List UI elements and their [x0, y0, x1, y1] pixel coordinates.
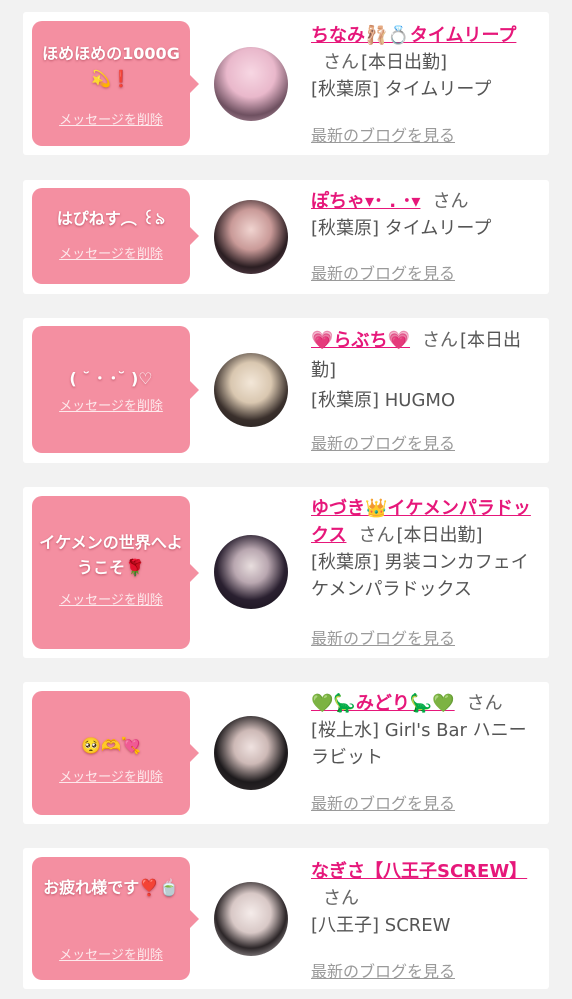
- delete-message-link[interactable]: メッセージを削除: [32, 246, 190, 264]
- honorific: さん: [358, 525, 395, 546]
- message-text: お疲れ様です❣️🍵: [43, 878, 179, 897]
- message-bubble: イケメンの世界へようこそ🌹 メッセージを削除: [32, 496, 199, 649]
- latest-blog-link[interactable]: 最新のブログを見る: [311, 625, 455, 649]
- avatar[interactable]: [214, 47, 288, 121]
- shop-label: [秋葉原] HUGMO: [311, 390, 456, 411]
- shop-label: [桜上水] Girl's Bar ハニーラビット: [311, 720, 527, 768]
- latest-blog-link[interactable]: 最新のブログを見る: [311, 122, 455, 146]
- favorite-card: イケメンの世界へようこそ🌹 メッセージを削除 ゆづき👑イケメンパラドックス さん[…: [23, 487, 549, 658]
- avatar[interactable]: [214, 882, 288, 956]
- avatar[interactable]: [214, 535, 288, 609]
- latest-blog-link[interactable]: 最新のブログを見る: [311, 260, 455, 284]
- profile-info: ぽちゃ▾･ . ･▾ さん [秋葉原] タイムリープ: [311, 188, 539, 242]
- status-badge: [本日出勤]: [361, 52, 448, 73]
- honorific: さん: [432, 191, 469, 212]
- honorific: さん: [323, 888, 359, 909]
- avatar[interactable]: [214, 716, 288, 790]
- honorific: さん: [323, 52, 359, 73]
- favorite-card: 🥺🫶💘 メッセージを削除 💚🦕みどり🦕💚 さん [桜上水] Girl's Bar …: [23, 682, 549, 824]
- latest-blog-link[interactable]: 最新のブログを見る: [311, 790, 455, 814]
- latest-blog-link[interactable]: 最新のブログを見る: [311, 430, 455, 454]
- delete-message-link[interactable]: メッセージを削除: [32, 398, 190, 416]
- message-bubble: お疲れ様です❣️🍵 メッセージを削除: [32, 857, 199, 980]
- message-text: イケメンの世界へようこそ🌹: [39, 533, 183, 577]
- honorific: さん: [466, 693, 503, 714]
- status-badge: [本日出勤]: [396, 525, 483, 546]
- profile-name-link[interactable]: ぽちゃ▾･ . ･▾: [311, 191, 420, 212]
- profile-info: ちなみ🩰💍タイムリープさん [本日出勤] [秋葉原] タイムリープ: [311, 22, 539, 103]
- profile-name-link[interactable]: ちなみ🩰💍タイムリープ: [311, 25, 516, 46]
- shop-label: [秋葉原] 男装コンカフェイケメンパラドックス: [311, 552, 529, 600]
- delete-message-link[interactable]: メッセージを削除: [32, 112, 190, 130]
- shop-label: [八王子] SCREW: [311, 915, 451, 936]
- favorite-card: はぴねす︵ ꒰৯ メッセージを削除 ぽちゃ▾･ . ･▾ さん [秋葉原] タイム…: [23, 180, 549, 294]
- message-text: ほめほめの1000G💫❗: [42, 44, 180, 88]
- favorite-card: ほめほめの1000G💫❗ メッセージを削除 ちなみ🩰💍タイムリープさん [本日出勤…: [23, 12, 549, 155]
- message-text: ( ˘ ･ ･˘ )♡: [69, 369, 153, 388]
- profile-name-link[interactable]: 💗らぶち💗: [311, 330, 410, 351]
- delete-message-link[interactable]: メッセージを削除: [32, 769, 190, 787]
- profile-info: なぎさ【八王子SCREW】さん [八王子] SCREW: [311, 858, 539, 939]
- message-text: 🥺🫶💘: [81, 736, 141, 755]
- profile-info: 💗らぶち💗 さん [本日出勤] [秋葉原] HUGMO: [311, 326, 539, 416]
- favorite-card: ( ˘ ･ ･˘ )♡ メッセージを削除 💗らぶち💗 さん [本日出勤] [秋葉原]…: [23, 318, 549, 463]
- profile-info: 💚🦕みどり🦕💚 さん [桜上水] Girl's Bar ハニーラビット: [311, 690, 539, 771]
- message-text: はぴねす︵ ꒰৯: [56, 209, 166, 228]
- shop-label: [秋葉原] タイムリープ: [311, 218, 492, 239]
- profile-name-link[interactable]: 💚🦕みどり🦕💚: [311, 693, 455, 714]
- profile-name-link[interactable]: なぎさ【八王子SCREW】: [311, 861, 527, 882]
- message-bubble: ほめほめの1000G💫❗ メッセージを削除: [32, 21, 199, 146]
- shop-label: [秋葉原] タイムリープ: [311, 79, 492, 100]
- favorite-card: お疲れ様です❣️🍵 メッセージを削除 なぎさ【八王子SCREW】さん [八王子]…: [23, 848, 549, 989]
- avatar[interactable]: [214, 353, 288, 427]
- honorific: さん: [422, 330, 459, 351]
- delete-message-link[interactable]: メッセージを削除: [32, 592, 190, 610]
- message-bubble: ( ˘ ･ ･˘ )♡ メッセージを削除: [32, 326, 199, 453]
- message-bubble: はぴねす︵ ꒰৯ メッセージを削除: [32, 188, 199, 284]
- delete-message-link[interactable]: メッセージを削除: [32, 947, 190, 965]
- profile-info: ゆづき👑イケメンパラドックス さん [本日出勤] [秋葉原] 男装コンカフェイケメン…: [311, 495, 539, 603]
- latest-blog-link[interactable]: 最新のブログを見る: [311, 958, 455, 982]
- message-bubble: 🥺🫶💘 メッセージを削除: [32, 691, 199, 815]
- avatar[interactable]: [214, 200, 288, 274]
